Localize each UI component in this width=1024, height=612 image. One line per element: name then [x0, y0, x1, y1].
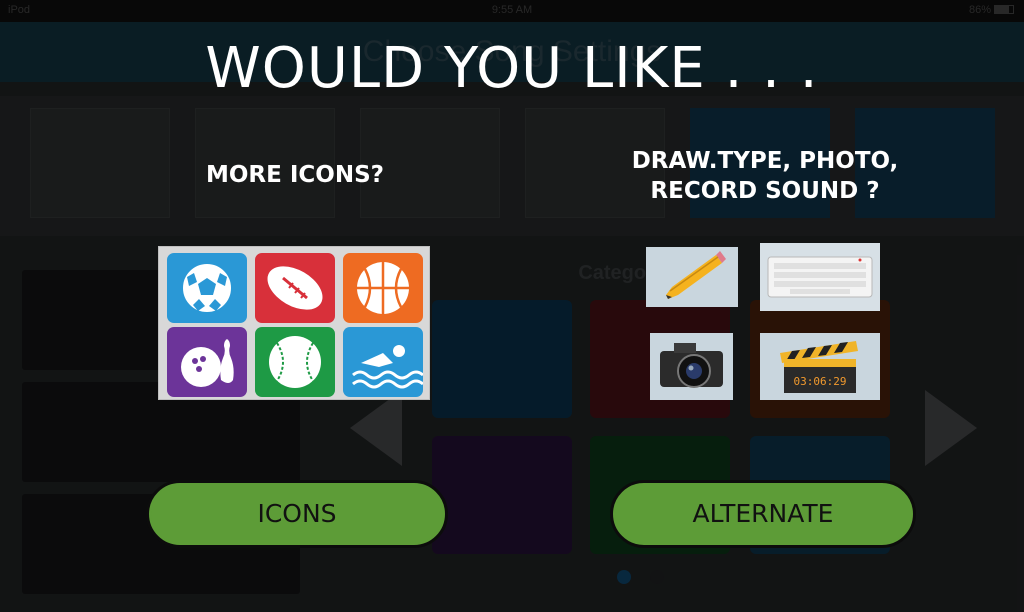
alternate-label-line2: RECORD SOUND ? — [650, 178, 880, 204]
football-icon — [255, 253, 335, 323]
basketball-icon — [343, 253, 423, 323]
baseball-icon — [255, 327, 335, 397]
keyboard-icon — [760, 243, 880, 311]
bowling-icon — [167, 327, 247, 397]
dialog-headline: WOULD YOU LIKE . . . — [205, 36, 819, 101]
dialog-overlay: WOULD YOU LIKE . . . MORE ICONS? DRAW.TY… — [0, 0, 1024, 612]
alternate-button[interactable]: ALTERNATE — [610, 480, 916, 548]
more-icons-label: MORE ICONS? — [205, 162, 384, 188]
camera-icon — [650, 333, 733, 400]
alternate-label-line1: DRAW.TYPE, PHOTO, — [631, 148, 899, 174]
swimming-icon — [343, 327, 423, 397]
soccer-ball-icon — [167, 253, 247, 323]
icons-button[interactable]: ICONS — [146, 480, 448, 548]
clapperboard-icon: 03:06:29 — [760, 333, 880, 400]
sports-icon-preview — [158, 246, 430, 400]
clapper-time: 03:06:29 — [794, 375, 847, 388]
alternate-options-label: DRAW.TYPE, PHOTO, RECORD SOUND ? — [580, 146, 950, 206]
pencil-icon — [646, 247, 738, 307]
